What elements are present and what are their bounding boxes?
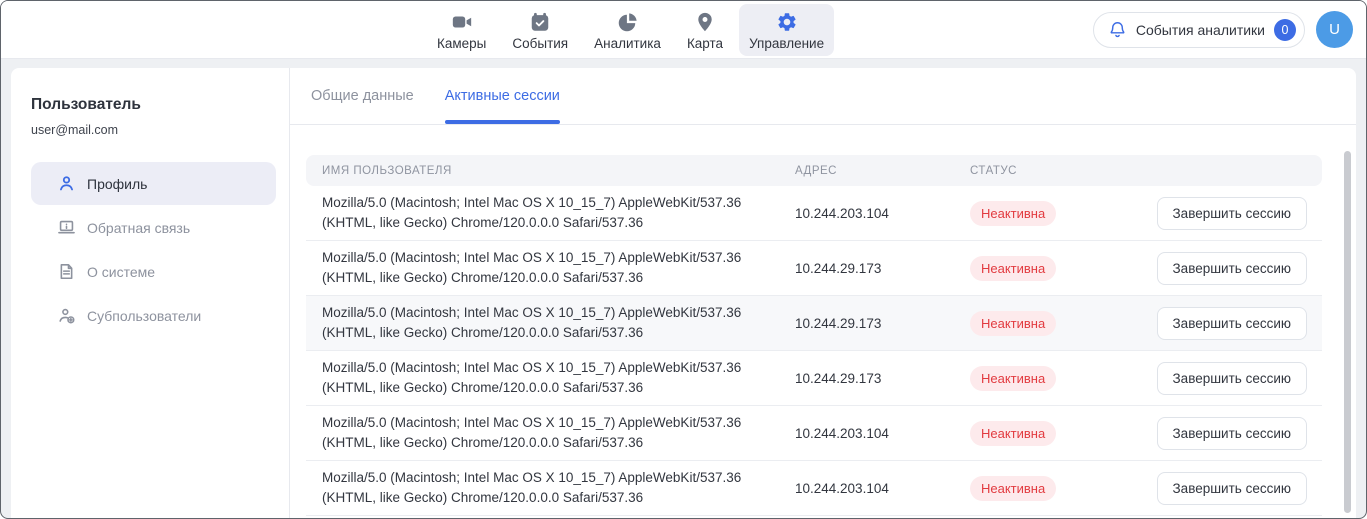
column-header-address: АДРЕС — [779, 165, 954, 177]
nav-item-label: События — [512, 36, 568, 51]
user-email: user@mail.com — [31, 123, 276, 137]
user-agent: Mozilla/5.0 (Macintosh; Intel Mac OS X 1… — [306, 241, 779, 295]
sidebar-menu: Профиль Обратная связь О системе — [31, 162, 276, 337]
sessions-table: ИМЯ ПОЛЬЗОВАТЕЛЯ АДРЕС СТАТУС Mozilla/5.… — [290, 125, 1356, 516]
status-badge: Неактивна — [970, 256, 1056, 281]
scrollbar-thumb[interactable] — [1344, 151, 1351, 513]
feedback-laptop-icon — [57, 218, 76, 237]
end-session-button[interactable]: Завершить сессию — [1157, 197, 1307, 230]
sidebar-item[interactable]: Субпользователи — [31, 294, 276, 337]
end-session-button[interactable]: Завершить сессию — [1157, 472, 1307, 505]
app-window: Камеры События Аналитика Карта — [0, 0, 1367, 519]
session-row: Mozilla/5.0 (Macintosh; Intel Mac OS X 1… — [306, 296, 1322, 351]
user-icon — [57, 174, 76, 193]
top-right-controls: События аналитики 0 U — [1093, 11, 1353, 48]
status-badge: Неактивна — [970, 421, 1056, 446]
session-row: Mozilla/5.0 (Macintosh; Intel Mac OS X 1… — [306, 186, 1322, 241]
status-badge: Неактивна — [970, 366, 1056, 391]
column-header-status: СТАТУС — [954, 165, 1154, 177]
user-agent: Mozilla/5.0 (Macintosh; Intel Mac OS X 1… — [306, 351, 779, 405]
ip-address: 10.244.29.173 — [779, 316, 954, 331]
nav-item-label: Аналитика — [594, 36, 661, 51]
status-badge: Неактивна — [970, 311, 1056, 336]
table-header-row: ИМЯ ПОЛЬЗОВАТЕЛЯ АДРЕС СТАТУС — [306, 155, 1322, 186]
nav-item-label: Камеры — [437, 36, 486, 51]
sidebar-item-label: Субпользователи — [87, 308, 201, 324]
user-agent: Mozilla/5.0 (Macintosh; Intel Mac OS X 1… — [306, 406, 779, 460]
analytics-events-button[interactable]: События аналитики 0 — [1093, 12, 1305, 48]
main-nav: Камеры События Аналитика Карта — [427, 4, 834, 56]
user-agent: Mozilla/5.0 (Macintosh; Intel Mac OS X 1… — [306, 461, 779, 515]
analytics-events-label: События аналитики — [1136, 22, 1265, 38]
user-agent: Mozilla/5.0 (Macintosh; Intel Mac OS X 1… — [306, 296, 779, 350]
avatar[interactable]: U — [1316, 11, 1353, 48]
tab[interactable]: Общие данные — [311, 68, 414, 124]
sidebar-item[interactable]: Профиль — [31, 162, 276, 205]
ip-address: 10.244.203.104 — [779, 206, 954, 221]
end-session-button[interactable]: Завершить сессию — [1157, 252, 1307, 285]
main-panel: Общие данные Активные сессии ИМЯ ПОЛЬЗОВ… — [290, 68, 1356, 518]
user-agent: Mozilla/5.0 (Macintosh; Intel Mac OS X 1… — [306, 186, 779, 240]
status-badge: Неактивна — [970, 476, 1056, 501]
sidebar-item-label: Профиль — [87, 176, 147, 192]
nav-item[interactable]: Аналитика — [584, 4, 671, 56]
user-add-icon — [57, 306, 76, 325]
calendar-check-icon — [529, 11, 551, 33]
ip-address: 10.244.29.173 — [779, 261, 954, 276]
nav-item[interactable]: Карта — [677, 4, 733, 56]
end-session-button[interactable]: Завершить сессию — [1157, 307, 1307, 340]
sidebar-item[interactable]: О системе — [31, 250, 276, 293]
session-row: Mozilla/5.0 (Macintosh; Intel Mac OS X 1… — [306, 461, 1322, 516]
pie-chart-icon — [617, 11, 639, 33]
session-row: Mozilla/5.0 (Macintosh; Intel Mac OS X 1… — [306, 406, 1322, 461]
nav-item[interactable]: Камеры — [427, 4, 496, 56]
status-badge: Неактивна — [970, 201, 1056, 226]
nav-item[interactable]: События — [502, 4, 578, 56]
document-icon — [57, 262, 76, 281]
session-row: Mozilla/5.0 (Macintosh; Intel Mac OS X 1… — [306, 351, 1322, 406]
tab[interactable]: Активные сессии — [445, 68, 560, 124]
sidebar-title: Пользователь — [31, 96, 276, 114]
sidebar-item-label: О системе — [87, 264, 155, 280]
sidebar-item-label: Обратная связь — [87, 220, 190, 236]
analytics-events-badge: 0 — [1274, 19, 1296, 41]
tab-bar: Общие данные Активные сессии — [290, 68, 1356, 125]
sidebar-item[interactable]: Обратная связь — [31, 206, 276, 249]
nav-item-label: Управление — [749, 36, 824, 51]
nav-item[interactable]: Управление — [739, 4, 834, 56]
table-body: Mozilla/5.0 (Macintosh; Intel Mac OS X 1… — [306, 186, 1322, 516]
session-row: Mozilla/5.0 (Macintosh; Intel Mac OS X 1… — [306, 241, 1322, 296]
bell-icon — [1108, 20, 1127, 39]
sidebar: Пользователь user@mail.com Профиль Обрат… — [11, 68, 290, 518]
gear-icon — [776, 11, 798, 33]
ip-address: 10.244.203.104 — [779, 481, 954, 496]
top-bar: Камеры События Аналитика Карта — [1, 1, 1366, 59]
nav-item-label: Карта — [687, 36, 723, 51]
column-header-username: ИМЯ ПОЛЬЗОВАТЕЛЯ — [306, 165, 779, 177]
ip-address: 10.244.29.173 — [779, 371, 954, 386]
video-camera-icon — [451, 11, 473, 33]
content-card: Пользователь user@mail.com Профиль Обрат… — [11, 68, 1356, 518]
end-session-button[interactable]: Завершить сессию — [1157, 417, 1307, 450]
ip-address: 10.244.203.104 — [779, 426, 954, 441]
map-pin-icon — [694, 11, 716, 33]
end-session-button[interactable]: Завершить сессию — [1157, 362, 1307, 395]
